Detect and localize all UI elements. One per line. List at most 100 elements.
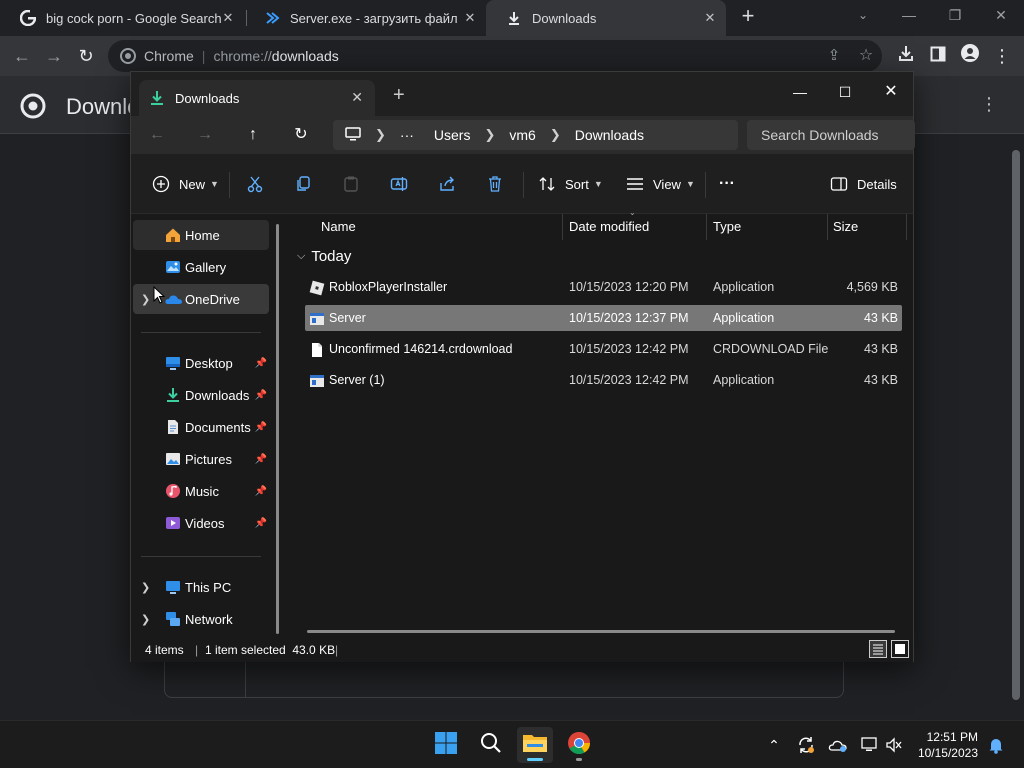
paste-button[interactable]: [341, 172, 361, 196]
minimize-icon[interactable]: —: [777, 78, 823, 106]
minimize-icon[interactable]: —: [894, 4, 924, 26]
taskbar-clock[interactable]: 12:51 PM 10/15/2023: [904, 729, 978, 761]
bookmark-star-icon[interactable]: ☆: [854, 44, 878, 68]
chrome-taskbar-button[interactable]: [561, 727, 597, 763]
close-icon[interactable]: ✕: [462, 10, 478, 26]
close-icon[interactable]: ✕: [702, 10, 718, 26]
breadcrumb-downloads[interactable]: Downloads: [575, 127, 644, 143]
refresh-icon[interactable]: ↻: [289, 123, 313, 147]
cut-button[interactable]: [245, 172, 265, 196]
chrome-tab-server[interactable]: Server.exe - загрузить файл ✕: [244, 0, 486, 36]
chrome-tab-downloads[interactable]: Downloads ✕: [486, 0, 726, 36]
address-bar[interactable]: Chrome | chrome://downloads: [108, 40, 882, 72]
close-icon[interactable]: ✕: [351, 89, 363, 106]
chevron-right-icon[interactable]: ❯: [141, 293, 150, 306]
close-icon[interactable]: ✕: [220, 10, 236, 26]
sidebar-item-documents[interactable]: Documents 📌: [133, 412, 269, 442]
sidebar-item-downloads[interactable]: Downloads 📌: [133, 380, 269, 410]
start-button[interactable]: [428, 727, 464, 763]
chevron-down-icon[interactable]: ⌄: [848, 4, 878, 26]
horizontal-scrollbar[interactable]: [307, 630, 895, 633]
share-button[interactable]: [437, 172, 457, 196]
column-header-date[interactable]: Date modified: [569, 214, 649, 240]
onedrive-tray-icon[interactable]: [828, 735, 848, 755]
explorer-tab-downloads[interactable]: Downloads ✕: [139, 80, 375, 116]
page-scrollbar[interactable]: [1008, 134, 1024, 720]
side-panel-icon[interactable]: [926, 44, 950, 68]
sync-icon[interactable]: [796, 735, 816, 755]
table-row[interactable]: Server (1) 10/15/2023 12:42 PM Applicati…: [305, 367, 902, 393]
more-options-button[interactable]: ···: [719, 172, 735, 196]
share-icon[interactable]: ⇪: [822, 44, 846, 68]
file-explorer-taskbar-button[interactable]: [517, 727, 553, 763]
sidebar-item-this-pc[interactable]: ❯ This PC: [133, 572, 269, 602]
restore-icon[interactable]: ❐: [940, 4, 970, 26]
sidebar-item-videos[interactable]: Videos 📌: [133, 508, 269, 538]
details-pane-button[interactable]: Details: [829, 172, 897, 196]
reload-icon[interactable]: ↻: [74, 44, 98, 68]
chevron-up-icon[interactable]: ⌃: [764, 735, 784, 755]
maximize-icon[interactable]: ☐: [822, 78, 868, 106]
close-window-icon[interactable]: ✕: [986, 4, 1016, 26]
sidebar-item-gallery[interactable]: Gallery: [133, 252, 269, 282]
search-input[interactable]: Search Downloads: [747, 120, 915, 150]
notification-bell-icon[interactable]: [986, 735, 1006, 755]
group-header-today[interactable]: ⌵ Today: [297, 248, 351, 265]
back-icon[interactable]: ←: [145, 123, 169, 147]
table-row[interactable]: RobloxPlayerInstaller 10/15/2023 12:20 P…: [305, 274, 902, 300]
column-divider[interactable]: [906, 214, 907, 240]
profile-avatar-icon[interactable]: [958, 44, 982, 68]
column-divider[interactable]: [827, 214, 828, 240]
sidebar-item-desktop[interactable]: Desktop 📌: [133, 348, 269, 378]
downloads-toolbar-icon[interactable]: [894, 44, 918, 68]
volume-muted-icon[interactable]: [884, 735, 904, 755]
details-view-icon[interactable]: [869, 640, 887, 658]
column-header-size[interactable]: Size: [833, 214, 858, 240]
sidebar-item-pictures[interactable]: Pictures 📌: [133, 444, 269, 474]
sidebar-scrollbar[interactable]: [276, 224, 279, 634]
pin-icon[interactable]: 📌: [255, 518, 267, 529]
kebab-menu-icon[interactable]: ⋮: [990, 44, 1014, 68]
search-button[interactable]: [473, 727, 509, 763]
column-header-type[interactable]: Type: [713, 214, 741, 240]
column-header-name[interactable]: Name: [321, 214, 356, 240]
kebab-menu-icon[interactable]: ⋮: [980, 94, 998, 115]
breadcrumb-more[interactable]: ···: [400, 127, 414, 143]
copy-button[interactable]: [293, 172, 313, 196]
column-divider[interactable]: [562, 214, 563, 240]
column-divider[interactable]: [706, 214, 707, 240]
sidebar-item-music[interactable]: Music 📌: [133, 476, 269, 506]
pin-icon[interactable]: 📌: [255, 422, 267, 433]
up-icon[interactable]: ↑: [241, 123, 265, 147]
sidebar-item-home[interactable]: Home: [133, 220, 269, 250]
pin-icon[interactable]: 📌: [255, 486, 267, 497]
chevron-right-icon[interactable]: ❯: [141, 581, 150, 594]
new-label: New: [179, 176, 206, 192]
table-row[interactable]: Server 10/15/2023 12:37 PM Application 4…: [305, 305, 902, 331]
tiles-view-icon[interactable]: [891, 640, 909, 658]
sort-button[interactable]: Sort ▼: [537, 172, 603, 196]
back-icon[interactable]: ←: [10, 44, 34, 68]
table-row[interactable]: Unconfirmed 146214.crdownload 10/15/2023…: [305, 336, 902, 362]
pin-icon[interactable]: 📌: [255, 358, 267, 369]
scrollbar-thumb[interactable]: [1012, 150, 1020, 700]
pin-icon[interactable]: 📌: [255, 390, 267, 401]
delete-button[interactable]: [485, 172, 505, 196]
add-tab-button[interactable]: +: [393, 84, 405, 107]
forward-icon[interactable]: →: [42, 44, 66, 68]
breadcrumb-users[interactable]: Users: [434, 127, 471, 143]
sidebar-item-network[interactable]: ❯ Network: [133, 604, 269, 634]
chrome-tab-google[interactable]: big cock porn - Google Search ✕: [0, 0, 244, 36]
breadcrumb[interactable]: ❯ ··· Users ❯ vm6 ❯ Downloads: [333, 120, 738, 150]
breadcrumb-vm6[interactable]: vm6: [509, 127, 535, 143]
new-button[interactable]: New ▼: [151, 172, 219, 196]
view-button[interactable]: View ▼: [625, 172, 695, 196]
network-tray-icon[interactable]: [860, 735, 880, 755]
chevron-right-icon[interactable]: ❯: [141, 613, 150, 626]
new-tab-button[interactable]: +: [737, 5, 759, 28]
monitor-icon[interactable]: [345, 126, 361, 144]
close-window-icon[interactable]: ✕: [868, 78, 914, 106]
rename-button[interactable]: [389, 172, 409, 196]
forward-icon[interactable]: →: [193, 123, 217, 147]
pin-icon[interactable]: 📌: [255, 454, 267, 465]
